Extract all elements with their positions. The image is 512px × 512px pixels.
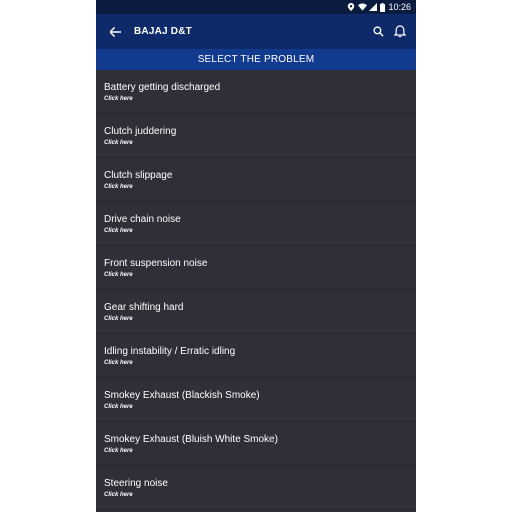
list-item[interactable]: Gear shifting hard Click here: [96, 290, 416, 334]
item-title: Gear shifting hard: [104, 302, 184, 313]
battery-icon: [380, 3, 386, 12]
list-item[interactable]: Steering noise Click here: [96, 466, 416, 510]
item-subtitle: Click here: [104, 228, 133, 234]
item-title: Clutch slippage: [104, 170, 173, 181]
status-time: 10:26: [388, 2, 411, 12]
item-subtitle: Click here: [104, 140, 133, 146]
item-title: Idling instability / Erratic idling: [104, 346, 236, 357]
app-title: BAJAJ D&T: [134, 26, 192, 37]
list-item[interactable]: Smokey Exhaust (Bluish White Smoke) Clic…: [96, 422, 416, 466]
problem-list: Battery getting discharged Click here Cl…: [96, 70, 416, 510]
item-subtitle: Click here: [104, 316, 133, 322]
item-subtitle: Click here: [104, 404, 133, 410]
app-screen: 10:26 BAJAJ D&T SELECT THE PROBLEM Batte…: [96, 0, 416, 512]
app-bar: BAJAJ D&T: [96, 14, 416, 49]
item-subtitle: Click here: [104, 448, 133, 454]
item-title: Front suspension noise: [104, 258, 208, 269]
location-icon: [347, 3, 355, 11]
item-title: Drive chain noise: [104, 214, 181, 225]
list-item[interactable]: Clutch slippage Click here: [96, 158, 416, 202]
list-item[interactable]: Front suspension noise Click here: [96, 246, 416, 290]
list-item[interactable]: Battery getting discharged Click here: [96, 70, 416, 114]
list-item[interactable]: Idling instability / Erratic idling Clic…: [96, 334, 416, 378]
item-subtitle: Click here: [104, 184, 133, 190]
item-title: Smokey Exhaust (Bluish White Smoke): [104, 434, 278, 445]
back-arrow-icon[interactable]: [110, 25, 124, 39]
item-title: Clutch juddering: [104, 126, 177, 137]
search-icon[interactable]: [370, 24, 386, 40]
bell-icon[interactable]: [392, 24, 408, 40]
item-subtitle: Click here: [104, 492, 133, 498]
item-subtitle: Click here: [104, 272, 133, 278]
wifi-icon: [358, 3, 368, 11]
item-title: Battery getting discharged: [104, 82, 221, 93]
item-subtitle: Click here: [104, 360, 133, 366]
item-title: Smokey Exhaust (Blackish Smoke): [104, 390, 260, 401]
list-item[interactable]: Smokey Exhaust (Blackish Smoke) Click he…: [96, 378, 416, 422]
list-item[interactable]: Clutch juddering Click here: [96, 114, 416, 158]
subheader-select-problem: SELECT THE PROBLEM: [96, 49, 416, 70]
item-subtitle: Click here: [104, 96, 133, 102]
status-bar: 10:26: [96, 0, 416, 14]
list-item[interactable]: Drive chain noise Click here: [96, 202, 416, 246]
signal-icon: [369, 3, 378, 11]
item-title: Steering noise: [104, 478, 168, 489]
